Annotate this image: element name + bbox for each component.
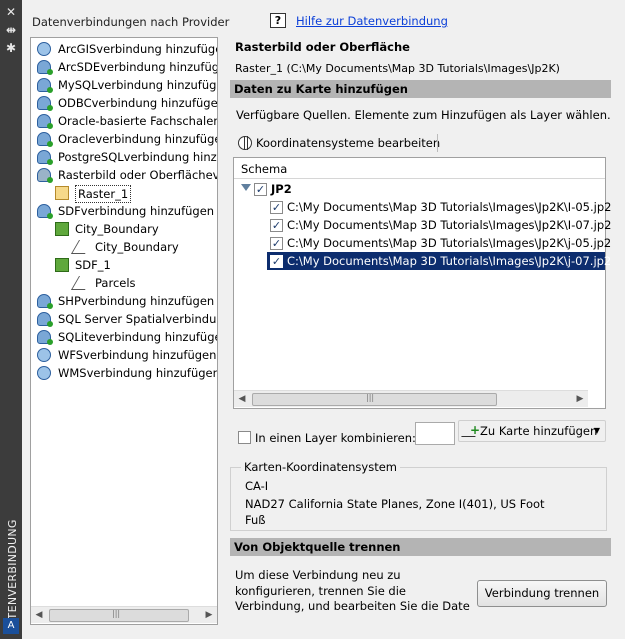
scroll-right-icon[interactable]: ▶ bbox=[201, 607, 217, 624]
database-icon bbox=[37, 60, 53, 75]
tree-horizontal-scrollbar[interactable]: ◀ ||| ▶ bbox=[31, 606, 217, 623]
provider-tree[interactable]: ArcGISverbindung hinzufügen ArcSDEverbin… bbox=[30, 37, 218, 625]
map-crs-title: Karten-Koordinatensystem bbox=[241, 460, 400, 474]
group-checkbox[interactable]: ✓ bbox=[254, 183, 267, 196]
provider-tree-title: Datenverbindungen nach Provider bbox=[32, 15, 230, 29]
scroll-right-icon[interactable]: ▶ bbox=[572, 391, 588, 408]
add-to-map-button[interactable]: + Zu Karte hinzufügen ▼ bbox=[458, 420, 606, 442]
edit-coordinate-systems-button[interactable]: Koordinatensysteme bearbeiten bbox=[235, 133, 440, 153]
database-icon bbox=[37, 294, 53, 309]
close-icon[interactable]: ✕ bbox=[4, 5, 18, 19]
database-icon bbox=[37, 204, 53, 219]
help-icon[interactable]: ? bbox=[270, 13, 286, 28]
globe-icon bbox=[37, 366, 51, 380]
schema-item[interactable]: ✓ C:\My Documents\Map 3D Tutorials\Image… bbox=[270, 216, 611, 234]
scroll-left-icon[interactable]: ◀ bbox=[234, 391, 250, 408]
sources-description: Verfügbare Quellen. Elemente zum Hinzufü… bbox=[236, 108, 611, 122]
autodesk-logo-icon: A bbox=[3, 618, 19, 634]
database-icon bbox=[37, 150, 53, 165]
database-icon bbox=[37, 96, 53, 111]
pin-icon[interactable]: ⇹ bbox=[4, 23, 18, 37]
palette-title-label: DATENVERBINDUNG bbox=[6, 519, 19, 635]
item-checkbox[interactable]: ✓ bbox=[270, 255, 283, 268]
schema-item-selected[interactable]: ✓ C:\My Documents\Map 3D Tutorials\Image… bbox=[267, 252, 611, 270]
globe-db-icon bbox=[37, 42, 51, 56]
database-icon bbox=[37, 132, 53, 147]
item-checkbox[interactable]: ✓ bbox=[270, 237, 283, 250]
disconnect-description: Um diese Verbindung neu zu konfigurieren… bbox=[235, 568, 470, 613]
item-checkbox[interactable]: ✓ bbox=[270, 201, 283, 214]
help-link[interactable]: Hilfe zur Datenverbindung bbox=[296, 14, 448, 28]
combine-checkbox[interactable] bbox=[238, 431, 251, 444]
add-data-section-header[interactable]: Daten zu Karte hinzufügen bbox=[230, 80, 611, 98]
scroll-thumb[interactable]: ||| bbox=[49, 609, 189, 622]
crs-code: CA-I bbox=[245, 479, 269, 493]
globe-icon bbox=[238, 136, 252, 150]
schema-item[interactable]: ✓ C:\My Documents\Map 3D Tutorials\Image… bbox=[270, 234, 611, 252]
database-icon bbox=[37, 330, 53, 345]
item-checkbox[interactable]: ✓ bbox=[270, 219, 283, 232]
polygon-icon bbox=[70, 240, 94, 254]
disconnect-section-header[interactable]: Von Objektquelle trennen bbox=[230, 538, 611, 556]
database-icon bbox=[37, 114, 53, 129]
layer-name-input[interactable] bbox=[415, 422, 455, 445]
collapse-triangle-icon[interactable] bbox=[241, 184, 251, 191]
disconnect-button[interactable]: Verbindung trennen bbox=[477, 580, 607, 607]
crs-unit: Fuß bbox=[245, 513, 266, 527]
sdf-icon bbox=[55, 258, 69, 272]
crs-name: NAD27 California State Planes, Zone I(40… bbox=[245, 497, 545, 511]
connection-path: Raster_1 (C:\My Documents\Map 3D Tutoria… bbox=[235, 62, 560, 75]
folder-icon bbox=[55, 186, 69, 200]
chevron-down-icon[interactable]: ▼ bbox=[594, 421, 600, 441]
globe-icon bbox=[37, 348, 51, 362]
database-icon bbox=[37, 312, 53, 327]
settings-icon[interactable]: ✱ bbox=[4, 41, 18, 55]
palette-title-strip: ✕ ⇹ ✱ DATENVERBINDUNG A bbox=[0, 0, 22, 639]
schema-column-header[interactable]: Schema bbox=[234, 158, 605, 179]
polygon-icon bbox=[70, 276, 94, 290]
schema-item[interactable]: ✓ C:\My Documents\Map 3D Tutorials\Image… bbox=[270, 198, 611, 216]
connection-heading: Rasterbild oder Oberfläche bbox=[235, 40, 410, 54]
toolbar-separator bbox=[437, 134, 438, 152]
scroll-thumb[interactable]: ||| bbox=[252, 393, 497, 406]
raster-icon bbox=[37, 168, 53, 183]
sdf-icon bbox=[55, 222, 69, 236]
schema-horizontal-scrollbar[interactable]: ◀ ||| ▶ bbox=[234, 390, 588, 407]
scroll-left-icon[interactable]: ◀ bbox=[31, 607, 47, 624]
database-icon bbox=[37, 78, 53, 93]
schema-group-jp2[interactable]: ✓ JP2 bbox=[254, 180, 454, 198]
schema-list[interactable]: Schema ✓ JP2 ✓ C:\My Documents\Map 3D Tu… bbox=[233, 157, 611, 409]
